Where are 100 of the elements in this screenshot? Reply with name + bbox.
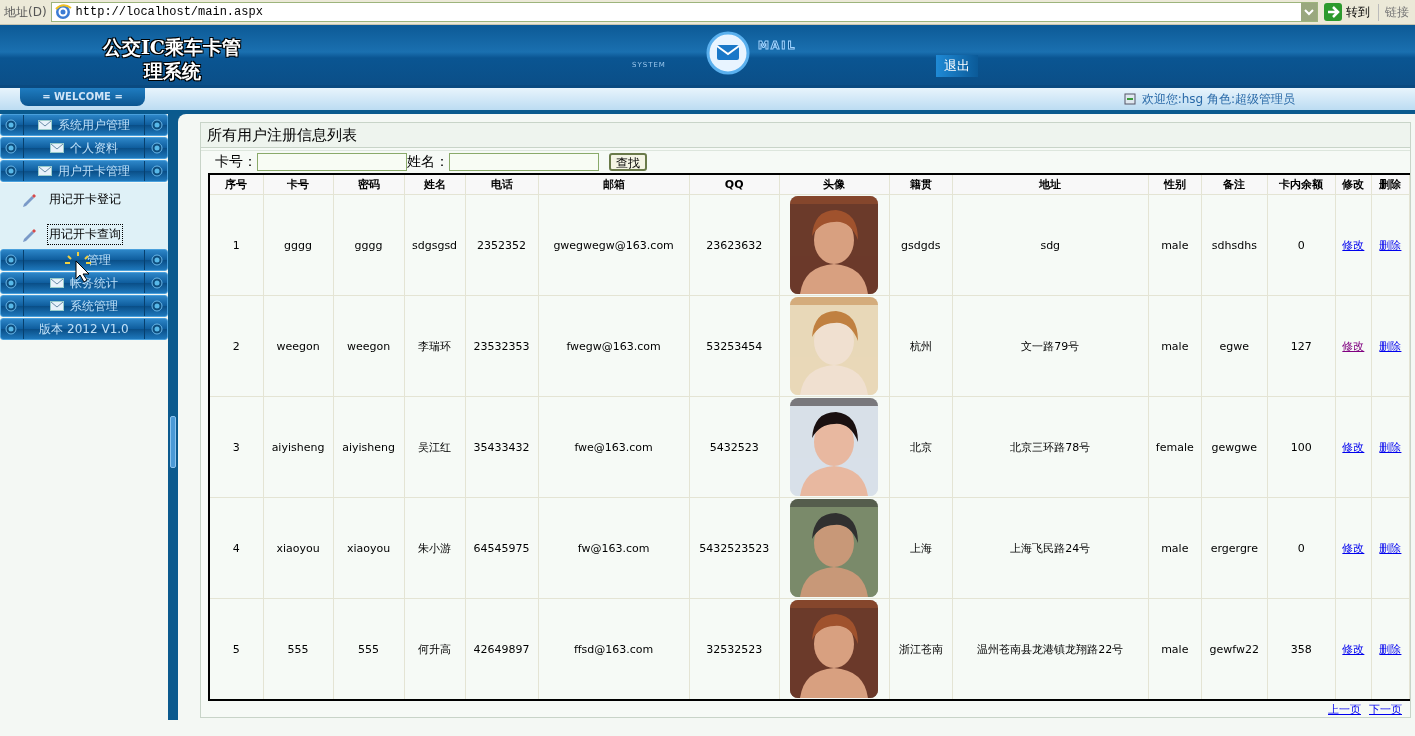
menu-label: 用户开卡管理 [58,162,130,180]
edit-link[interactable]: 修改 [1342,642,1365,656]
knob-icon [5,254,17,266]
table-cell: 100 [1267,396,1336,498]
knob-icon [151,254,163,266]
table-cell: aiyisheng [333,396,405,498]
table-cell: 0 [1267,194,1336,296]
table-cell: male [1148,295,1202,397]
envelope-icon [38,166,52,176]
search-field[interactable] [257,153,407,171]
table-cell: gewfw22 [1201,598,1268,700]
column-header: QQ [689,174,780,195]
table-cell: 浙江苍南 [889,598,953,700]
knob-icon [151,277,163,289]
field-label: 卡号： [215,153,257,171]
column-header: 密码 [333,174,405,195]
knob-icon [151,142,163,154]
submenu-link[interactable]: 用记开卡查询 [47,224,123,245]
table-cell: gggg [263,194,334,296]
table-cell: 23623632 [689,194,780,296]
page-icon [53,3,72,21]
table-cell: fwe@163.com [538,396,690,498]
delete-link[interactable]: 删除 [1379,339,1402,353]
table-cell: 32532523 [689,598,780,700]
knob-icon [151,300,163,312]
delete-link[interactable]: 删除 [1379,238,1402,252]
table-cell: weegon [263,295,334,397]
logout-link[interactable]: 退出 [936,55,979,77]
table-cell: male [1148,598,1202,700]
delete-link[interactable]: 删除 [1379,541,1402,555]
delete-link[interactable]: 删除 [1379,440,1402,454]
table-cell: 35433432 [465,396,539,498]
dropdown-button[interactable] [1301,3,1317,21]
url-text: http://localhost/main.aspx [75,5,264,19]
table-cell: gsdgds [889,194,953,296]
links-label[interactable]: 链接 [1378,3,1415,21]
table-cell: 53253454 [689,295,780,397]
submenu-link[interactable]: 用记开卡登记 [47,189,123,210]
edit-link[interactable]: 修改 [1342,238,1365,252]
go-button[interactable]: 转到 [1320,1,1378,23]
envelope-icon [50,278,64,288]
pager-link[interactable]: 上一页 [1328,702,1361,717]
envelope-icon [50,301,64,311]
menu-item[interactable]: 用户开卡管理 [0,160,168,182]
table-cell: male [1148,497,1202,599]
field-label: 姓名： [407,153,449,171]
arrow-right-icon [1324,3,1342,21]
table-cell: 北京三环路78号 [952,396,1149,498]
knob-icon [151,165,163,177]
search-button[interactable]: 查找 [609,153,647,171]
table-cell: ffsd@163.com [538,598,690,700]
table-cell: 0 [1267,497,1336,599]
menu-item[interactable]: 系统用户管理 [0,114,168,136]
menu-label: 个人资料 [70,139,118,157]
table-cell: 李瑞环 [404,295,466,397]
table-cell: 127 [1267,295,1336,397]
table-cell: 杭州 [889,295,953,397]
menu-item[interactable]: 个人资料 [0,137,168,159]
table-cell: 3 [209,396,263,498]
user-info: 欢迎您:hsg 角色:超级管理员 [1141,90,1295,108]
table-cell: 5432523 [689,396,780,498]
edit-link[interactable]: 修改 [1342,440,1365,454]
envelope-icon [38,120,52,130]
menu-item[interactable]: 系统管理 [0,295,168,317]
knob-icon [5,119,17,131]
table-cell: weegon [333,295,405,397]
search-field[interactable] [449,153,599,171]
knob-icon [5,142,17,154]
column-header: 卡内余额 [1267,174,1336,195]
table-cell: gewgwe [1201,396,1268,498]
table-cell: xiaoyou [333,497,405,599]
splitter-handle[interactable] [170,416,176,468]
knob-icon [5,300,17,312]
table-cell: 42649897 [465,598,539,700]
app-title: 公交IC乘车卡管理系统 [102,35,242,83]
table-cell: 北京 [889,396,953,498]
knob-icon [151,119,163,131]
column-header: 序号 [209,174,263,195]
table-cell: 朱小游 [404,497,466,599]
pager-link[interactable]: 下一页 [1369,702,1402,717]
envelope-icon [705,31,750,75]
table-cell: 上海飞民路24号 [952,497,1149,599]
column-header: 姓名 [404,174,466,195]
table-cell: egwe [1201,295,1268,397]
table-cell: 1 [209,194,263,296]
table-cell: fw@163.com [538,497,690,599]
column-header: 修改 [1335,174,1372,195]
column-header: 卡号 [263,174,334,195]
column-header: 籍贯 [889,174,953,195]
edit-link[interactable]: 修改 [1342,339,1365,353]
delete-link[interactable]: 删除 [1379,642,1402,656]
table-cell: female [1148,396,1202,498]
pencil-icon [22,191,37,208]
table-cell: gwegwegw@163.com [538,194,690,296]
table-cell: xiaoyou [263,497,334,599]
table-cell: aiyisheng [263,396,334,498]
address-field[interactable]: http://localhost/main.aspx [50,2,1318,22]
edit-link[interactable]: 修改 [1342,541,1365,555]
table-cell: 555 [263,598,334,700]
table-cell: 2 [209,295,263,397]
